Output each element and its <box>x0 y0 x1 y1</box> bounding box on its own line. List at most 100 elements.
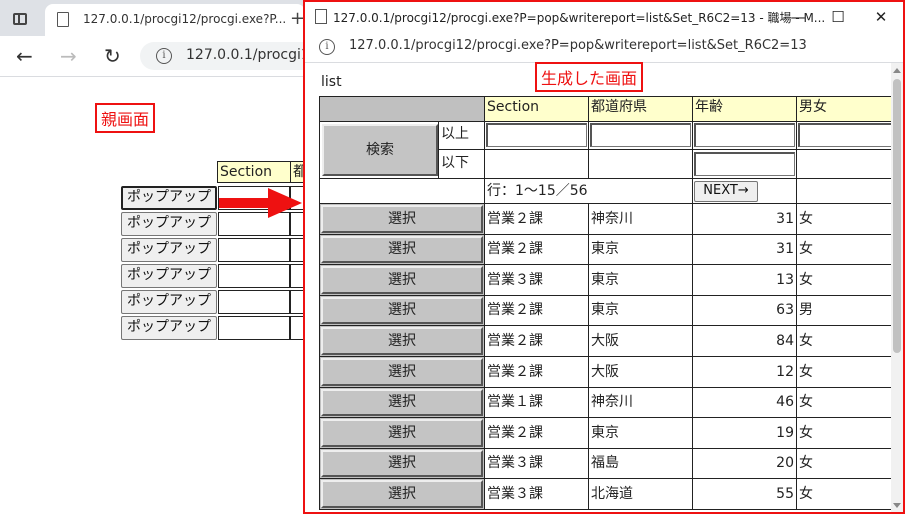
pref-gte-cell <box>588 121 693 150</box>
arrow-shaft <box>219 198 271 208</box>
gender-cell: 女 <box>796 264 891 296</box>
section-cell: 営業２課 <box>484 203 589 235</box>
popup-url: 127.0.0.1/procgi12/procgi.exe?P=pop&writ… <box>349 38 807 53</box>
prefecture-cell: 東京 <box>588 295 693 326</box>
gender-cell: 女 <box>796 325 891 357</box>
gender-cell: 女 <box>796 356 891 388</box>
popup-button[interactable]: ポップアップ <box>121 186 217 210</box>
select-cell: 選択 <box>319 356 485 388</box>
prefecture-cell: 神奈川 <box>588 203 693 235</box>
section-cell: 営業２課 <box>484 356 589 388</box>
age-cell: 31 <box>692 203 797 235</box>
right-arrow-icon <box>268 188 302 218</box>
prefecture-cell: 大阪 <box>588 356 693 388</box>
gender-gte-input[interactable] <box>798 123 891 147</box>
parent-row-cell <box>290 316 304 340</box>
parent-row-input[interactable] <box>218 290 290 314</box>
select-cell: 選択 <box>319 448 485 479</box>
age-gte-cell <box>692 121 797 150</box>
scroll-up-icon[interactable] <box>893 68 901 73</box>
popup-title: 127.0.0.1/procgi12/procgi.exe?P=pop&writ… <box>333 11 826 25</box>
next-cell: NEXT→ <box>692 178 797 204</box>
document-icon <box>315 9 327 24</box>
prefecture-cell: 北海道 <box>588 478 693 510</box>
back-arrow-icon[interactable]: ← <box>16 44 33 68</box>
select-cell: 選択 <box>319 417 485 449</box>
search-button[interactable]: 検索 <box>322 124 438 176</box>
popup-button[interactable]: ポップアップ <box>121 290 217 314</box>
section-cell: 営業１課 <box>484 387 589 418</box>
close-icon[interactable]: ✕ <box>866 6 896 28</box>
parent-row-input[interactable] <box>218 316 290 340</box>
prefecture-cell: 東京 <box>588 264 693 296</box>
reload-icon[interactable]: ↻ <box>104 44 121 68</box>
section-cell: 営業２課 <box>484 325 589 357</box>
popup-button[interactable]: ポップアップ <box>121 238 217 262</box>
section-lte-cell <box>484 149 589 179</box>
age-cell: 20 <box>692 448 797 479</box>
select-cell: 選択 <box>319 203 485 235</box>
minimize-icon[interactable]: — <box>783 6 813 28</box>
age-cell: 31 <box>692 234 797 265</box>
window-menu-icon[interactable] <box>13 13 27 25</box>
select-button[interactable]: 選択 <box>321 236 483 263</box>
section-cell: 営業３課 <box>484 448 589 479</box>
select-button[interactable]: 選択 <box>321 266 483 294</box>
popup-address-bar: i 127.0.0.1/procgi12/procgi.exe?P=pop&wr… <box>305 32 903 62</box>
select-button[interactable]: 選択 <box>321 389 483 416</box>
popup-button[interactable]: ポップアップ <box>121 264 217 288</box>
popup-screen-annotation: 生成した画面 <box>535 62 644 92</box>
forward-arrow-icon[interactable]: → <box>60 44 77 68</box>
select-button[interactable]: 選択 <box>321 327 483 355</box>
parent-row-input[interactable] <box>218 238 290 262</box>
info-icon[interactable]: i <box>319 39 335 55</box>
info-icon[interactable]: i <box>156 48 172 64</box>
scrollbar-thumb[interactable] <box>893 79 901 353</box>
parent-row-cell <box>290 238 304 262</box>
document-icon <box>57 12 69 27</box>
prefecture-cell: 大阪 <box>588 325 693 357</box>
prefecture-cell: 神奈川 <box>588 387 693 418</box>
parent-header-prefecture: 都 <box>290 161 304 183</box>
gender-cell: 女 <box>796 387 891 418</box>
popup-button[interactable]: ポップアップ <box>121 212 217 236</box>
section-cell: 営業２課 <box>484 417 589 449</box>
prefecture-cell: 東京 <box>588 417 693 449</box>
select-button[interactable]: 選択 <box>321 450 483 477</box>
gender-gte-cell <box>796 121 891 150</box>
header-blank <box>319 96 485 122</box>
select-cell: 選択 <box>319 264 485 296</box>
select-button[interactable]: 選択 <box>321 205 483 233</box>
header-prefecture: 都道府県 <box>588 96 693 122</box>
select-button[interactable]: 選択 <box>321 358 483 386</box>
age-cell: 12 <box>692 356 797 388</box>
parent-row-input[interactable] <box>218 264 290 288</box>
pref-gte-input[interactable] <box>590 123 691 147</box>
popup-title-bar: 127.0.0.1/procgi12/procgi.exe?P=pop&writ… <box>305 2 903 32</box>
section-gte-cell <box>484 121 589 150</box>
pagination-blank <box>319 178 485 204</box>
section-cell: 営業２課 <box>484 234 589 265</box>
age-lte-input[interactable] <box>694 152 795 176</box>
select-cell: 選択 <box>319 478 485 510</box>
parent-browser-tab[interactable]: 127.0.0.1/procgi12/procgi.exe?P... <box>45 4 305 36</box>
select-button[interactable]: 選択 <box>321 419 483 447</box>
maximize-icon[interactable]: ☐ <box>823 6 853 28</box>
select-button[interactable]: 選択 <box>321 480 483 508</box>
pref-lte-cell <box>588 149 693 179</box>
vertical-scrollbar[interactable] <box>891 63 903 512</box>
age-cell: 46 <box>692 387 797 418</box>
gender-cell: 女 <box>796 234 891 265</box>
select-cell: 選択 <box>319 295 485 326</box>
scroll-down-icon[interactable] <box>893 503 901 508</box>
next-button[interactable]: NEXT→ <box>694 181 758 202</box>
age-cell: 63 <box>692 295 797 326</box>
parent-header-section: Section <box>217 161 291 183</box>
select-button[interactable]: 選択 <box>321 297 483 324</box>
lte-label: 以下 <box>438 149 485 179</box>
select-cell: 選択 <box>319 234 485 265</box>
popup-button[interactable]: ポップアップ <box>121 316 217 340</box>
pagination-blank-right <box>796 178 891 204</box>
age-gte-input[interactable] <box>694 123 795 147</box>
section-gte-input[interactable] <box>486 123 587 147</box>
